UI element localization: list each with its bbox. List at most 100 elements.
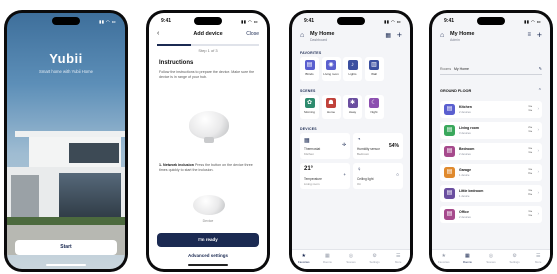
phone-rooms: 9:41 ▮▮ ◠ ▭ ⌂ My Home Admin ≡ + Rooms My… bbox=[429, 10, 553, 272]
room-icon: ▤ bbox=[444, 104, 455, 115]
room-counts: 1 ▸ 1 ▸ bbox=[528, 209, 532, 217]
room-row[interactable]: ▤ Office 2 devices 1 ▸ 1 ▸ › bbox=[440, 206, 542, 223]
favorite-label: Blinds bbox=[305, 72, 314, 76]
rooms-field[interactable]: Rooms My Home ✎ bbox=[440, 65, 542, 75]
tab-favorites[interactable]: ★ Favorites bbox=[292, 253, 316, 264]
dynamic-island bbox=[52, 17, 80, 25]
device-label: Device bbox=[202, 219, 214, 223]
progress-fill bbox=[157, 44, 191, 46]
room-subtitle: 2 devices bbox=[459, 215, 471, 219]
room-subtitle: 2 devices bbox=[459, 152, 471, 156]
favorite-icon: ◉ bbox=[326, 60, 336, 70]
scenes-icon: ◎ bbox=[488, 253, 494, 259]
scenes-icon: ◎ bbox=[348, 253, 354, 259]
device-card[interactable]: ♀ ○ Ceiling light On bbox=[353, 163, 403, 189]
chevron-right-icon[interactable]: › bbox=[538, 190, 540, 195]
start-button[interactable]: Start bbox=[15, 240, 117, 255]
room-subtitle: 1 device bbox=[459, 194, 470, 198]
room-row[interactable]: ▤ Garage 1 device 1 ▸ 0 ▸ › bbox=[440, 164, 542, 181]
favorites-label: FAVORITES bbox=[300, 51, 322, 55]
device-card[interactable]: 21° + Temperature Living room bbox=[300, 163, 350, 189]
favorites-icon: ★ bbox=[441, 253, 447, 259]
device-control-icon[interactable]: ✣ bbox=[342, 142, 346, 148]
grid-icon[interactable]: ▦ bbox=[385, 32, 391, 39]
tab-label: More bbox=[535, 260, 542, 264]
phone-add-device: 9:41 ▮▮ ◠ ▭ ‹ Add device Close Step 1 of… bbox=[146, 10, 270, 272]
room-counts: 1 ▸ 1 ▸ bbox=[528, 146, 532, 154]
room-counts: 1 ▸ 1 ▸ bbox=[528, 104, 532, 112]
room-name: Bedroom bbox=[459, 147, 475, 151]
settings-icon: ⚙ bbox=[372, 253, 377, 259]
tab-label: Rooms bbox=[322, 260, 332, 264]
favorite-icon: ♪ bbox=[347, 60, 358, 70]
ready-button[interactable]: I'm ready bbox=[157, 233, 259, 247]
settings-icon: ⚙ bbox=[512, 253, 517, 259]
chevron-right-icon[interactable]: › bbox=[538, 169, 540, 174]
chevron-right-icon[interactable]: › bbox=[538, 148, 540, 153]
device-name: Temperature bbox=[304, 177, 322, 181]
add-icon[interactable]: + bbox=[537, 30, 542, 40]
device-icon: ▦ bbox=[304, 138, 310, 144]
home-name[interactable]: My Home bbox=[450, 31, 474, 37]
instructions-text: Follow the instructions to prepare the d… bbox=[159, 70, 255, 79]
home-header: ⌂ My Home Dashboard ▦ + bbox=[300, 30, 402, 44]
tagline: Smart home with Yubii Home bbox=[39, 69, 93, 74]
tab-scenes[interactable]: ◎ Scenes bbox=[339, 253, 363, 264]
floor-header[interactable]: GROUND FLOOR ⌃ bbox=[440, 88, 542, 97]
room-name: Little bedroom bbox=[459, 189, 484, 193]
device-image bbox=[189, 111, 229, 139]
device-name: Humidity sensor bbox=[357, 147, 380, 151]
close-button[interactable]: Close bbox=[246, 31, 259, 37]
device-name: Thermostat bbox=[304, 147, 321, 151]
advanced-settings-link[interactable]: Advanced settings bbox=[149, 253, 267, 258]
favorite-label: Wall bbox=[371, 72, 377, 76]
home-name[interactable]: My Home bbox=[310, 31, 334, 37]
rooms-icon: ▦ bbox=[325, 253, 330, 259]
add-icon[interactable]: + bbox=[397, 30, 402, 40]
favorite-tile[interactable]: ▤ Blinds bbox=[300, 57, 319, 81]
house-illustration bbox=[7, 113, 125, 255]
scene-tile[interactable]: ☗ Home bbox=[321, 95, 341, 119]
room-icon: ▤ bbox=[444, 167, 455, 178]
tab-rooms[interactable]: ▦ Rooms bbox=[456, 253, 480, 264]
tab-label: More bbox=[395, 260, 402, 264]
device-card[interactable]: ◔ 54% Humidity sensor Bedroom bbox=[353, 133, 403, 159]
room-row[interactable]: ▤ Bedroom 2 devices 1 ▸ 1 ▸ › bbox=[440, 143, 542, 160]
rooms-screen: 9:41 ▮▮ ◠ ▭ ⌂ My Home Admin ≡ + Rooms My… bbox=[432, 13, 550, 269]
device-control-icon[interactable]: ○ bbox=[396, 172, 399, 177]
room-row[interactable]: ▤ Living room 3 devices 2 ▸ 1 ▸ › bbox=[440, 122, 542, 139]
tab-more[interactable]: ☰ More bbox=[386, 253, 410, 264]
tab-favorites[interactable]: ★ Favorites bbox=[432, 253, 456, 264]
chevron-right-icon[interactable]: › bbox=[538, 106, 540, 111]
scene-tile[interactable]: ✱ Away bbox=[343, 95, 362, 119]
scene-tile[interactable]: ✿ Morning bbox=[300, 95, 319, 119]
add-device-screen: 9:41 ▮▮ ◠ ▭ ‹ Add device Close Step 1 of… bbox=[149, 13, 267, 269]
tab-settings[interactable]: ⚙ Settings bbox=[503, 253, 527, 264]
scene-tile[interactable]: ☾ Night bbox=[364, 95, 384, 119]
tab-scenes[interactable]: ◎ Scenes bbox=[479, 253, 503, 264]
tab-more[interactable]: ☰ More bbox=[526, 253, 550, 264]
tab-rooms[interactable]: ▦ Rooms bbox=[316, 253, 340, 264]
chevron-right-icon[interactable]: › bbox=[538, 211, 540, 216]
chevron-right-icon[interactable]: › bbox=[538, 127, 540, 132]
add-device-header: ‹ Add device Close bbox=[149, 29, 267, 41]
favorite-tile[interactable]: ▥ Wall bbox=[364, 57, 384, 81]
section-title: Instructions bbox=[159, 60, 194, 66]
room-row[interactable]: ▤ Kitchen 2 devices 1 ▸ 1 ▸ › bbox=[440, 101, 542, 118]
rooms-icon: ▦ bbox=[465, 253, 470, 259]
device-card[interactable]: ▦ ✣ Thermostat Kitchen bbox=[300, 133, 350, 159]
favorites-icon: ★ bbox=[301, 253, 307, 259]
menu-icon[interactable]: ≡ bbox=[527, 32, 531, 38]
room-name: Kitchen bbox=[459, 105, 472, 109]
status-icons: ▮▮ ◠ ▭ bbox=[241, 19, 258, 24]
dashboard-screen: 9:41 ▮▮ ◠ ▭ ⌂ My Home Dashboard ▦ + FAVO… bbox=[292, 13, 410, 269]
tab-bar: ★ Favorites ▦ Rooms ◎ Scenes ⚙ Settings ☰ More bbox=[432, 249, 550, 269]
room-row[interactable]: ▤ Little bedroom 1 device 1 ▸ 0 ▸ › bbox=[440, 185, 542, 202]
device-control-icon[interactable]: + bbox=[343, 172, 346, 177]
tab-settings[interactable]: ⚙ Settings bbox=[363, 253, 387, 264]
favorite-tile[interactable]: ◉ Living room bbox=[321, 57, 341, 81]
edit-icon[interactable]: ✎ bbox=[539, 66, 542, 71]
status-time: 9:41 bbox=[304, 18, 315, 24]
chevron-up-icon[interactable]: ⌃ bbox=[538, 88, 542, 94]
favorite-tile[interactable]: ♪ Lights bbox=[343, 57, 362, 81]
